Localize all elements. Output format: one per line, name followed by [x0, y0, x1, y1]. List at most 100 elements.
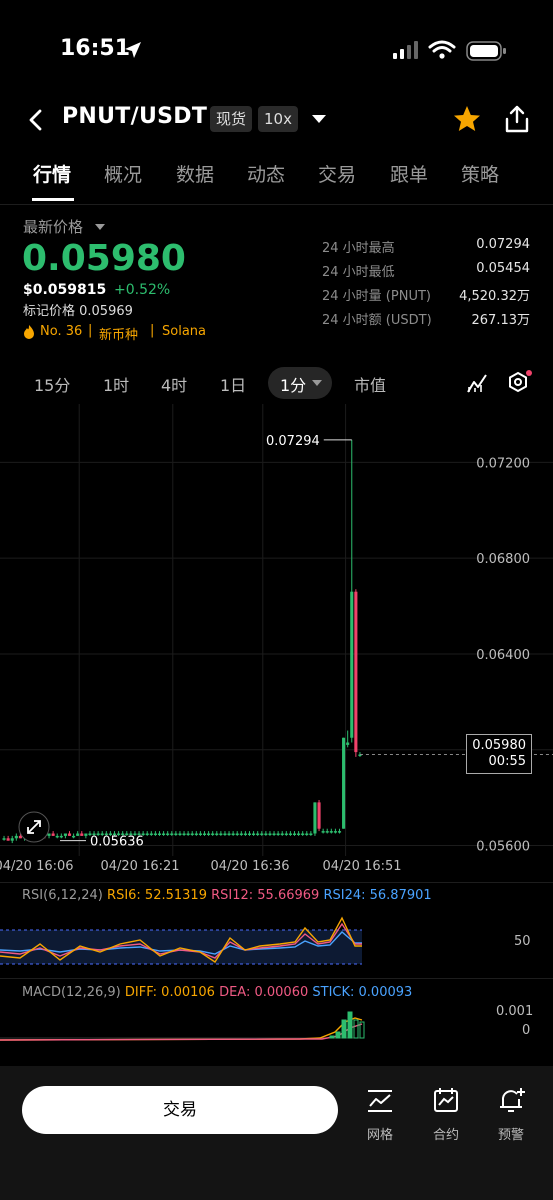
- candle-body: [223, 833, 227, 835]
- candle-body: [346, 742, 350, 745]
- candle-body: [211, 833, 215, 835]
- timeframe-15m[interactable]: 15分: [34, 372, 70, 396]
- candle-body: [84, 833, 88, 836]
- last-price-label[interactable]: 最新价格: [23, 216, 83, 237]
- rsi12-value: RSI12: 55.66969: [211, 888, 320, 903]
- tab-overview[interactable]: 概况: [104, 160, 142, 187]
- current-price-tag: 0.05980 00:55: [466, 734, 532, 774]
- low-marker-label: 0.05636: [90, 835, 144, 850]
- indicator-chart-icon[interactable]: [466, 372, 488, 394]
- candle-body: [59, 835, 63, 838]
- share-icon[interactable]: [502, 104, 532, 134]
- macd-diff-line: [0, 1017, 363, 1041]
- candle-body: [239, 833, 243, 835]
- candle-body: [55, 835, 59, 838]
- candle-body: [198, 833, 202, 835]
- alert-label[interactable]: 预警: [483, 1124, 539, 1143]
- candle-body: [10, 838, 14, 841]
- stat-value-high: 0.07294: [476, 237, 530, 252]
- timeframe-4h[interactable]: 4时: [161, 372, 187, 396]
- candle-body: [337, 831, 342, 833]
- tab-market[interactable]: 行情: [33, 160, 71, 187]
- candle-body: [207, 833, 211, 835]
- candle-body: [190, 833, 194, 835]
- grid-label[interactable]: 网格: [352, 1124, 408, 1143]
- stat-value-low: 0.05454: [476, 261, 530, 276]
- candle-body: [170, 833, 174, 835]
- x-axis-label: 04/20 16:51: [322, 859, 401, 872]
- tab-strategy[interactable]: 策略: [461, 160, 499, 187]
- timeframe-caret-icon[interactable]: [311, 378, 323, 388]
- candle-body: [292, 833, 297, 835]
- rsi-chart: [0, 916, 362, 965]
- leverage-badge: 10x: [258, 106, 298, 132]
- candle-body: [260, 833, 264, 835]
- stat-label-high: 24 小时最高: [322, 241, 395, 256]
- y-axis-label: 0.05600: [476, 839, 530, 854]
- rsi-label: RSI(6,12,24): [22, 888, 103, 903]
- candle-body: [243, 833, 247, 835]
- mark-price: 标记价格 0.05969: [23, 304, 133, 319]
- macd-histogram-bar: [353, 1019, 359, 1039]
- timeframe-marketcap[interactable]: 市值: [354, 372, 386, 396]
- pair-title[interactable]: PNUT/USDT: [62, 104, 207, 129]
- contract-icon[interactable]: [432, 1086, 460, 1114]
- stat-label-low: 24 小时最低: [322, 265, 395, 280]
- candle-body: [280, 833, 284, 835]
- candle-body: [157, 833, 162, 835]
- tab-news[interactable]: 动态: [247, 160, 285, 187]
- tab-copy[interactable]: 跟单: [390, 160, 428, 187]
- candlestick-chart[interactable]: 0.072000.068000.064000.060000.0560004/20…: [0, 404, 553, 872]
- contract-label[interactable]: 合约: [418, 1124, 474, 1143]
- candle-body: [227, 833, 231, 835]
- rank-tag[interactable]: No. 36: [40, 324, 82, 339]
- candle-body: [219, 833, 223, 835]
- price-label-caret-icon[interactable]: [94, 222, 106, 232]
- candle-body: [256, 833, 260, 835]
- macd-histogram-bar: [347, 1011, 353, 1039]
- candle-body: [182, 833, 186, 835]
- rsi-level-label: 50: [514, 934, 531, 949]
- trade-button[interactable]: 交易: [22, 1086, 338, 1134]
- macd-label: MACD(12,26,9): [22, 985, 121, 1000]
- candle-body: [18, 835, 22, 839]
- macd-stick: STICK: 0.00093: [312, 985, 413, 1000]
- timeframe-1m[interactable]: 1分: [280, 372, 306, 396]
- stat-label-turnover: 24 小时额 (USDT): [322, 313, 432, 328]
- fire-icon: [24, 325, 34, 339]
- candle-body: [333, 831, 337, 833]
- candle-body: [288, 833, 292, 835]
- dropdown-caret-icon[interactable]: [310, 112, 328, 126]
- candle-body: [264, 833, 268, 835]
- candle-body: [342, 737, 346, 829]
- candle-countdown: 00:55: [488, 754, 526, 769]
- rsi24-value: RSI24: 56.87901: [323, 888, 432, 903]
- settings-hexagon-icon[interactable]: [506, 370, 532, 396]
- macd-histogram-bar: [329, 1035, 335, 1039]
- new-coin-tag[interactable]: 新币种: [99, 324, 138, 343]
- macd-chart: [0, 1011, 365, 1041]
- candle-body: [325, 831, 329, 833]
- y-axis-label: 0.06400: [476, 648, 530, 663]
- tab-data[interactable]: 数据: [176, 160, 214, 187]
- back-arrow-icon[interactable]: [26, 108, 46, 132]
- status-time: 16:51: [60, 36, 131, 61]
- timeframe-1d[interactable]: 1日: [220, 372, 246, 396]
- tab-bar: 行情 概况 数据 动态 交易 跟单 策略: [0, 160, 553, 200]
- macd-tick-zero: 0: [522, 1023, 531, 1038]
- tab-trade[interactable]: 交易: [318, 160, 356, 187]
- candle-body: [80, 833, 84, 836]
- alert-bell-icon[interactable]: [497, 1086, 527, 1114]
- chain-tag[interactable]: Solana: [162, 324, 206, 339]
- high-marker-label: 0.07294: [266, 434, 320, 449]
- macd-tick-top: 0.001: [496, 1004, 534, 1019]
- signal-icon: [393, 41, 418, 59]
- candle-body: [350, 591, 354, 738]
- candle-body: [174, 833, 178, 835]
- timeframe-1h[interactable]: 1时: [103, 372, 129, 396]
- grid-trading-icon[interactable]: [366, 1088, 394, 1114]
- star-icon[interactable]: [452, 104, 482, 134]
- candle-body: [297, 833, 301, 835]
- candle-body: [272, 833, 276, 835]
- candle-body: [67, 833, 72, 836]
